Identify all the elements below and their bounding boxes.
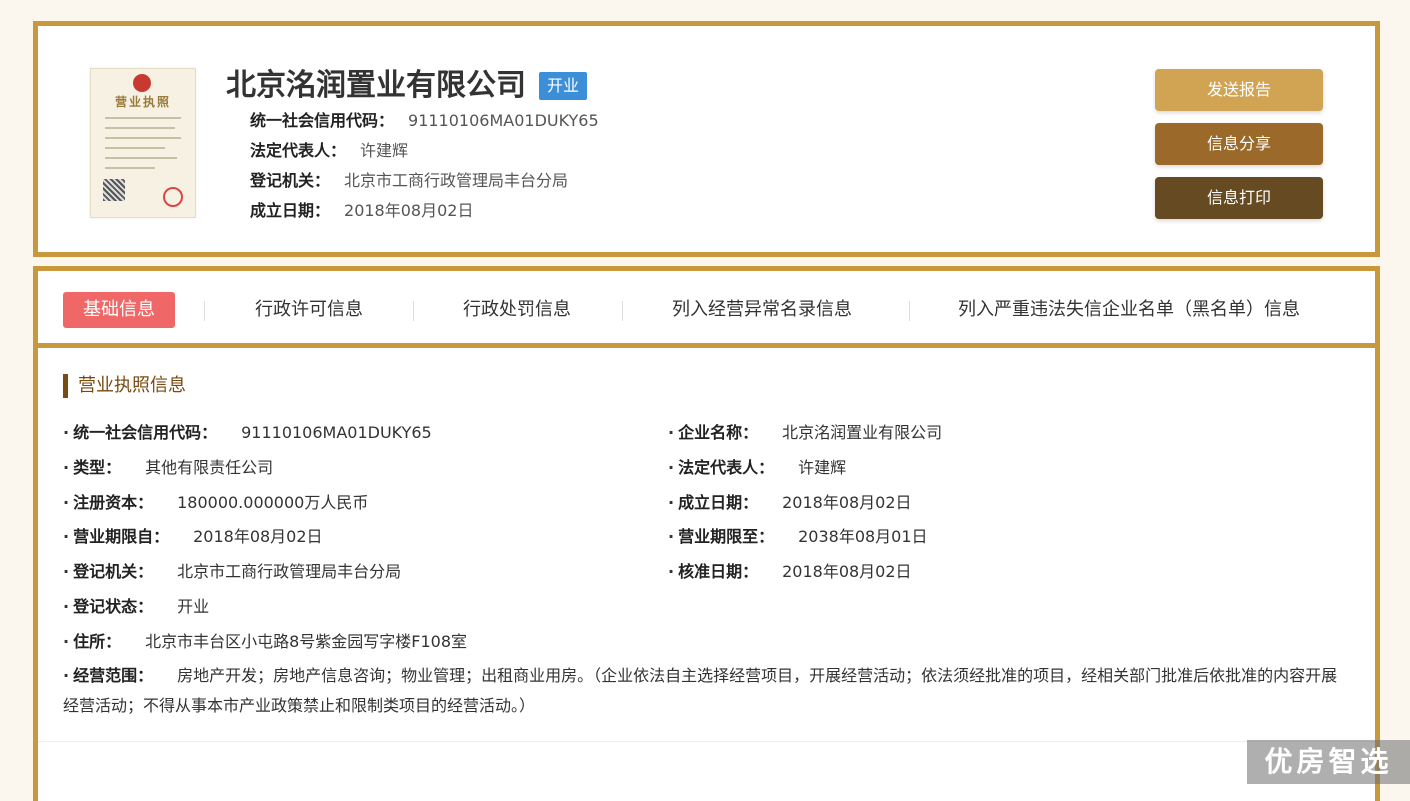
field-label: 法定代表人： [678, 458, 775, 477]
field-term-to: · 营业期限至： 2038年08月01日 [668, 526, 928, 548]
scope-value: 房地产开发；房地产信息咨询；物业管理；出租商业用房。（企业依法自主选择经营项目，… [63, 666, 1338, 715]
founded-label: 成立日期： [250, 201, 331, 220]
field-value: 许建辉 [798, 458, 847, 477]
field-value: 其他有限责任公司 [145, 458, 274, 477]
license-text-line [105, 157, 177, 159]
bullet-dot: · [668, 493, 675, 512]
tab-divider [622, 301, 623, 321]
field-value: 2038年08月01日 [798, 527, 928, 546]
qr-code-icon [103, 179, 125, 201]
tab-abnormal-operations[interactable]: 列入经营异常名录信息 [672, 292, 852, 328]
field-registered-capital: · 注册资本： 180000.000000万人民币 [63, 492, 368, 514]
tab-admin-license[interactable]: 行政许可信息 [255, 292, 363, 328]
official-seal-icon [163, 187, 183, 207]
legal-rep-value: 许建辉 [360, 141, 409, 160]
company-header-card: 营业执照 北京洺润置业有限公司 开业 统一社会信用代码： 91110106MA01… [33, 21, 1380, 257]
business-license-thumbnail[interactable]: 营业执照 [90, 68, 196, 218]
tab-admin-penalty[interactable]: 行政处罚信息 [463, 292, 571, 328]
header-founded-row: 成立日期： 2018年08月02日 [250, 200, 473, 222]
field-label: 住所： [73, 632, 122, 651]
bullet-dot: · [668, 458, 675, 477]
scope-label: 经营范围： [73, 666, 154, 685]
company-name: 北京洺润置业有限公司 [226, 68, 526, 103]
business-scope: · 经营范围： 房地产开发；房地产信息咨询；物业管理；出租商业用房。（企业依法自主选… [63, 661, 1353, 721]
tab-divider [413, 301, 414, 321]
tab-bar: 基础信息 行政许可信息 行政处罚信息 列入经营异常名录信息 列入严重违法失信企业… [38, 271, 1375, 348]
field-label: 成立日期： [678, 493, 759, 512]
field-label: 登记机关： [73, 562, 154, 581]
send-report-button[interactable]: 发送报告 [1155, 69, 1323, 111]
authority-value: 北京市工商行政管理局丰台分局 [344, 171, 569, 190]
tab-divider [909, 301, 910, 321]
field-label: 登记状态： [73, 597, 154, 616]
field-label: 注册资本： [73, 493, 154, 512]
field-company-name: · 企业名称： 北京洺润置业有限公司 [668, 422, 942, 444]
authority-label: 登记机关： [250, 171, 331, 190]
field-label: 企业名称： [678, 423, 759, 442]
license-text-line [105, 167, 155, 169]
field-term-from: · 营业期限自： 2018年08月02日 [63, 526, 323, 548]
bullet-dot: · [63, 493, 70, 512]
field-value: 2018年08月02日 [782, 493, 912, 512]
header-legal-rep-row: 法定代表人： 许建辉 [250, 140, 408, 162]
bullet-dot: · [668, 527, 675, 546]
field-credit-code: · 统一社会信用代码： 91110106MA01DUKY65 [63, 422, 432, 444]
field-legal-rep: · 法定代表人： 许建辉 [668, 457, 846, 479]
field-value: 2018年08月02日 [782, 562, 912, 581]
field-type: · 类型： 其他有限责任公司 [63, 457, 273, 479]
field-approval-date: · 核准日期： 2018年08月02日 [668, 561, 912, 583]
license-thumb-title: 营业执照 [114, 95, 171, 109]
credit-code-label: 统一社会信用代码： [250, 111, 395, 130]
field-label: 统一社会信用代码： [73, 423, 218, 442]
field-founded-date: · 成立日期： 2018年08月02日 [668, 492, 912, 514]
field-address: · 住所： 北京市丰台区小屯路8号紫金园写字楼F108室 [63, 631, 467, 653]
bullet-dot: · [63, 423, 70, 442]
field-value: 北京市工商行政管理局丰台分局 [177, 562, 402, 581]
tab-divider [204, 301, 205, 321]
field-label: 营业期限至： [678, 527, 775, 546]
field-value: 北京洺润置业有限公司 [782, 423, 943, 442]
header-authority-row: 登记机关： 北京市工商行政管理局丰台分局 [250, 170, 568, 192]
field-value: 开业 [177, 597, 210, 616]
header-credit-code-row: 统一社会信用代码： 91110106MA01DUKY65 [250, 110, 599, 132]
section-divider [38, 741, 1375, 742]
field-registration-status: · 登记状态： 开业 [63, 596, 209, 618]
bullet-dot: · [63, 458, 70, 477]
bullet-dot: · [63, 527, 70, 546]
bullet-dot: · [63, 632, 70, 651]
tab-basic-info[interactable]: 基础信息 [63, 292, 175, 328]
bullet-dot: · [668, 423, 675, 442]
bullet-dot: · [668, 562, 675, 581]
status-badge: 开业 [539, 72, 588, 100]
field-label: 核准日期： [678, 562, 759, 581]
field-label: 营业期限自： [73, 527, 170, 546]
share-info-button[interactable]: 信息分享 [1155, 123, 1323, 165]
license-text-line [105, 117, 181, 119]
credit-code-value: 91110106MA01DUKY65 [408, 111, 599, 130]
bullet-dot: · [63, 597, 70, 616]
founded-value: 2018年08月02日 [344, 201, 474, 220]
bullet-dot: · [63, 562, 70, 581]
section-title: 营业执照信息 [63, 374, 186, 398]
field-label: 类型： [73, 458, 122, 477]
bullet-dot: · [63, 666, 70, 685]
license-text-line [105, 147, 165, 149]
legal-rep-label: 法定代表人： [250, 141, 347, 160]
field-value: 2018年08月02日 [193, 527, 323, 546]
national-emblem-icon [133, 74, 151, 92]
license-text-line [105, 127, 175, 129]
field-authority: · 登记机关： 北京市工商行政管理局丰台分局 [63, 561, 401, 583]
field-value: 91110106MA01DUKY65 [241, 423, 432, 442]
print-info-button[interactable]: 信息打印 [1155, 177, 1323, 219]
field-value: 北京市丰台区小屯路8号紫金园写字楼F108室 [145, 632, 468, 651]
field-value: 180000.000000万人民币 [177, 493, 369, 512]
tab-blacklist[interactable]: 列入严重违法失信企业名单（黑名单）信息 [958, 292, 1300, 328]
brand-watermark: 优房智选 [1247, 740, 1410, 784]
license-text-line [105, 137, 181, 139]
details-card: 基础信息 行政许可信息 行政处罚信息 列入经营异常名录信息 列入严重违法失信企业… [33, 266, 1380, 801]
